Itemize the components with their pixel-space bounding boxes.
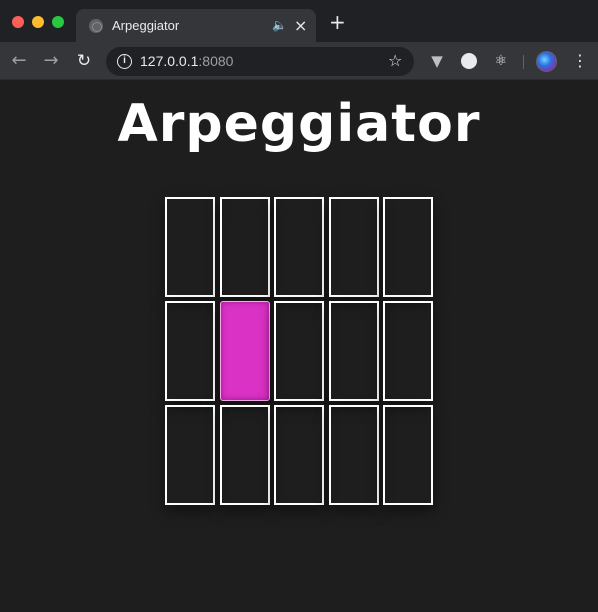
zoom-window-button[interactable] — [52, 16, 64, 28]
tab-arpeggiator[interactable]: Arpeggiator 🔈 × — [76, 9, 316, 42]
back-button[interactable]: ← — [8, 50, 30, 72]
browser-window: Arpeggiator 🔈 × + ← → ↻ i 127.0.0.1:8080… — [0, 0, 598, 612]
grid-cell-r2-c1[interactable] — [165, 301, 215, 401]
url-host: 127.0.0.1 — [140, 53, 199, 69]
grid-cell-r2-c2[interactable] — [219, 301, 270, 401]
tab-title: Arpeggiator — [112, 18, 180, 33]
url-text[interactable]: 127.0.0.1:8080 — [140, 53, 233, 69]
browser-toolbar: ← → ↻ i 127.0.0.1:8080 ☆ ▼ ⚛ ⋮ — [0, 42, 598, 80]
profile-avatar[interactable] — [536, 51, 557, 72]
extension-circle-icon[interactable] — [460, 52, 478, 70]
minimize-window-button[interactable] — [32, 16, 44, 28]
reload-button[interactable]: ↻ — [73, 50, 95, 72]
bookmark-star-icon[interactable]: ☆ — [388, 51, 402, 70]
vue-devtools-icon[interactable]: ▼ — [428, 52, 446, 70]
grid-cell-r1-c4[interactable] — [328, 197, 379, 297]
grid-cell-r2-c5[interactable] — [383, 301, 433, 401]
info-icon[interactable]: i — [117, 54, 132, 69]
react-devtools-icon[interactable]: ⚛ — [492, 52, 510, 70]
grid-cell-r3-c5[interactable] — [383, 405, 433, 505]
grid-cell-r3-c1[interactable] — [165, 405, 215, 505]
grid-cell-r1-c3[interactable] — [274, 197, 324, 297]
tab-strip: Arpeggiator 🔈 × + — [0, 0, 598, 42]
toolbar-divider — [523, 55, 524, 69]
forward-button[interactable]: → — [40, 50, 62, 72]
grid-cell-r1-c5[interactable] — [383, 197, 433, 297]
menu-icon[interactable]: ⋮ — [572, 51, 588, 71]
grid-cell-r2-c3[interactable] — [274, 301, 324, 401]
grid-cell-r2-c4[interactable] — [328, 301, 379, 401]
globe-icon — [89, 19, 103, 33]
page-content: Arpeggiator — [0, 80, 598, 612]
grid-cell-r3-c3[interactable] — [274, 405, 324, 505]
close-tab-icon[interactable]: × — [294, 16, 307, 35]
address-bar[interactable]: i 127.0.0.1:8080 ☆ — [106, 47, 414, 76]
arpeggiator-grid — [165, 197, 434, 505]
grid-cell-r3-c4[interactable] — [328, 405, 379, 505]
grid-cell-r1-c1[interactable] — [165, 197, 215, 297]
url-port: :8080 — [198, 53, 234, 69]
new-tab-button[interactable]: + — [329, 12, 346, 32]
grid-cell-r1-c2[interactable] — [219, 197, 270, 297]
speaker-icon[interactable]: 🔈 — [272, 18, 287, 32]
close-window-button[interactable] — [12, 16, 24, 28]
page-title: Arpeggiator — [117, 94, 481, 154]
grid-cell-r3-c2[interactable] — [219, 405, 270, 505]
